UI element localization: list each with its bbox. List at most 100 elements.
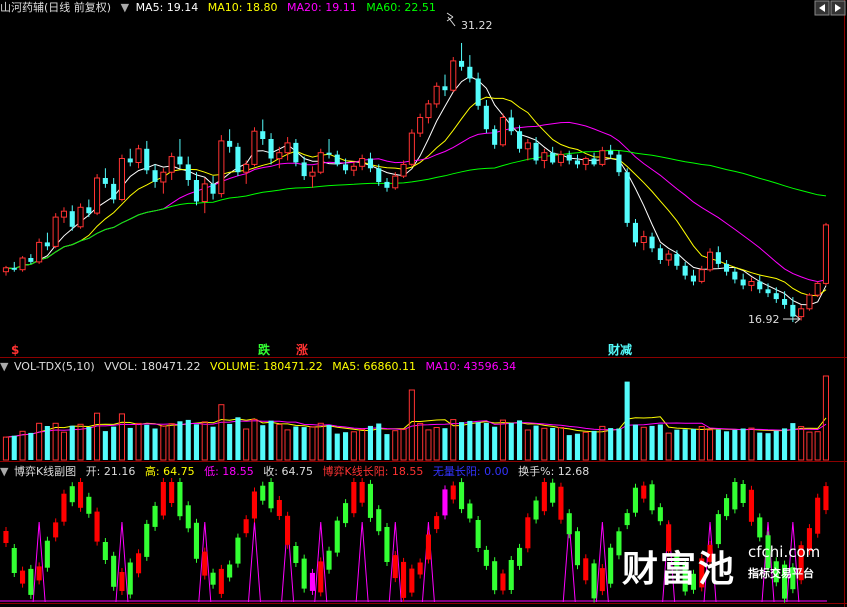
ind-long-yang: 博弈K线长阳: 18.55 (322, 465, 424, 478)
candle-body (160, 171, 167, 183)
volume-bar (334, 433, 340, 460)
indicator-dropdown-icon[interactable]: ▼ (0, 465, 8, 478)
indicator-candle (218, 568, 224, 594)
indicator-candle (740, 484, 746, 503)
candle-body (467, 66, 473, 79)
ind-close: 收: 64.75 (263, 465, 313, 478)
indicator-spike (355, 521, 369, 603)
volume-bar (19, 430, 26, 461)
indicator-candle (823, 486, 829, 511)
candle-body (152, 170, 158, 182)
candle-body (508, 117, 514, 132)
candle-body (268, 139, 274, 159)
volume-bar (790, 423, 796, 460)
candle-body (86, 207, 92, 214)
indicator-candle (285, 515, 291, 545)
volume-bar (201, 421, 208, 461)
indicator-candle (210, 572, 216, 585)
volume-dropdown-icon[interactable]: ▼ (0, 360, 8, 373)
indicator-candle (260, 485, 266, 501)
volume-bar (757, 432, 763, 460)
volume-bar (517, 420, 523, 460)
indicator-candle (724, 498, 730, 517)
candle-body (400, 163, 407, 177)
event-marker-zhang[interactable]: 涨 (296, 342, 308, 357)
volume-bar (657, 424, 663, 460)
volume-indicator-name: VOL-TDX(5,10) (13, 360, 95, 373)
event-marker-die[interactable]: 跌 (258, 342, 271, 357)
stock-chart[interactable]: 31.22 16.92 $ 跌 涨 财减 (0, 0, 847, 607)
volume-bar (185, 419, 191, 460)
indicator-candle (384, 527, 390, 562)
candle-body (243, 163, 250, 173)
indicator-candle (434, 516, 440, 530)
candle-body (367, 158, 373, 169)
volume-bar (293, 426, 299, 460)
indicator-candle (119, 572, 125, 591)
candle-body (118, 158, 126, 200)
volume-bar (317, 422, 324, 461)
candle-body (450, 60, 457, 91)
volume-bar (28, 432, 34, 460)
indicator-candle (36, 566, 42, 581)
volume-bar (624, 381, 630, 460)
dropdown-icon[interactable]: ▼ (121, 1, 129, 14)
volume-bar (384, 434, 390, 460)
indicator-candle (20, 570, 26, 584)
indicator-candle (392, 555, 398, 579)
indicator-candle (525, 517, 531, 549)
volume-bar (608, 428, 614, 460)
candle-body (757, 281, 763, 290)
volume-bar (591, 430, 597, 460)
volume-bar (376, 423, 382, 460)
candle-body (632, 222, 638, 243)
volume-bar (806, 431, 813, 461)
indicator-candle (541, 482, 547, 512)
ma10-value: MA10: 18.80 (207, 1, 278, 14)
volume-bar (168, 423, 175, 461)
indicator-candle (442, 489, 448, 516)
high-annotation: 31.22 (446, 12, 493, 32)
candle-body (94, 177, 101, 214)
indicator-candle (53, 522, 59, 538)
indicator-candle (550, 482, 556, 503)
indicator-candle (202, 551, 208, 576)
candle-body (317, 152, 324, 173)
candle-body (798, 308, 805, 318)
candle-body (193, 180, 199, 202)
indicator-candle (293, 546, 299, 563)
volume-bar (467, 420, 473, 460)
candle-body (707, 251, 714, 271)
nav-arrows[interactable] (814, 0, 846, 16)
watermark: 财富池 cfchi.com 指标交易平台 (622, 540, 827, 590)
volume-bar (284, 429, 291, 461)
watermark-url: cfchi.com (748, 543, 821, 561)
candle-body (218, 140, 225, 195)
candle-body (822, 224, 830, 284)
event-marker-caijian[interactable]: 财减 (607, 342, 632, 357)
indicator-candle (467, 503, 473, 519)
indicator-candle (591, 563, 597, 599)
candle-body (442, 86, 448, 91)
indicator-candle (492, 561, 498, 591)
candle-body (144, 148, 150, 171)
indicator-candle (235, 537, 241, 564)
volume-bar (483, 422, 489, 460)
volume-bar (210, 426, 216, 460)
candle-body (417, 117, 424, 134)
indicator-candle (450, 485, 456, 500)
candle-body (260, 131, 266, 139)
volume-bar (268, 420, 274, 460)
high-price-label: 31.22 (461, 19, 493, 32)
ma10-line (5, 96, 827, 297)
candle-body (235, 146, 241, 173)
candle-body (168, 156, 175, 173)
indicator-candle (657, 507, 663, 522)
indicator-candle (28, 568, 34, 595)
candle-body (599, 150, 606, 165)
indicator-spike (32, 521, 46, 603)
indicator-candle (599, 568, 605, 592)
volume-bar (707, 429, 714, 461)
indicator-candle (44, 540, 50, 568)
candle-body (102, 178, 108, 184)
